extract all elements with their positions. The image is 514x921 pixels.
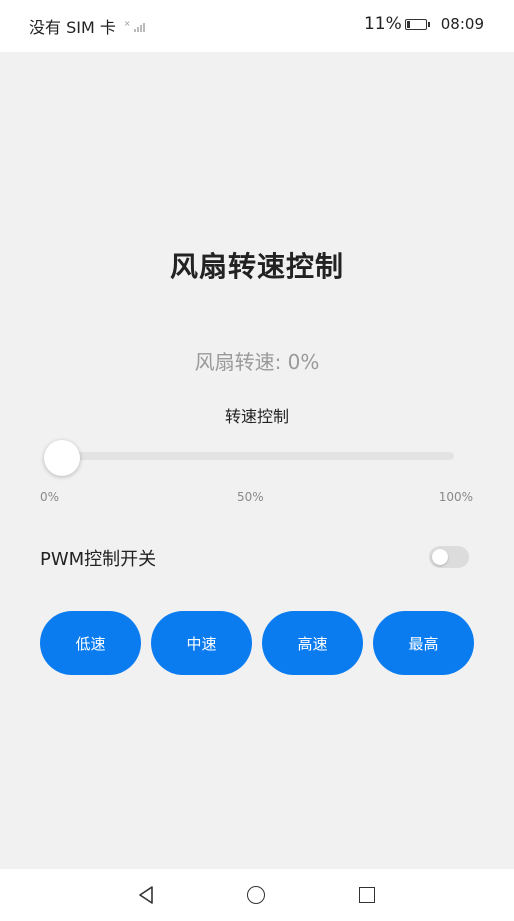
toggle-knob	[432, 549, 448, 565]
status-right: 11% 08:09	[364, 14, 484, 34]
home-icon[interactable]	[247, 886, 265, 904]
page-title: 风扇转速控制	[169, 250, 344, 283]
pwm-toggle[interactable]	[429, 546, 469, 568]
battery-percent: 11%	[363, 14, 402, 34]
slider-thumb[interactable]	[44, 440, 80, 476]
speed-slider[interactable]	[44, 440, 454, 476]
speed-readout: 风扇转速: 0%	[194, 350, 320, 374]
tick-label-100: 100%	[438, 490, 473, 504]
high-speed-button[interactable]: 高速	[262, 611, 363, 675]
max-speed-button[interactable]: 最高	[373, 611, 474, 675]
pwm-label: PWM控制开关	[40, 549, 157, 570]
medium-speed-button[interactable]: 中速	[151, 611, 252, 675]
recent-apps-icon[interactable]	[359, 887, 375, 903]
tick-label-0: 0%	[40, 490, 60, 504]
back-icon[interactable]	[138, 886, 154, 904]
clock: 08:09	[440, 15, 484, 33]
carrier-text: 没有 SIM 卡	[29, 18, 116, 37]
navigation-bar	[0, 869, 514, 921]
signal-icon: ×	[124, 20, 145, 32]
low-speed-button[interactable]: 低速	[40, 611, 141, 675]
battery-icon	[404, 18, 430, 30]
status-bar: 没有 SIM 卡 × 11% 08:09	[0, 0, 514, 52]
speed-button-row: 低速 中速 高速 最高	[40, 611, 474, 675]
tick-label-50: 50%	[237, 490, 264, 504]
status-left: 没有 SIM 卡 ×	[29, 14, 145, 38]
slider-track[interactable]	[62, 452, 454, 460]
slider-label: 转速控制	[224, 407, 289, 426]
